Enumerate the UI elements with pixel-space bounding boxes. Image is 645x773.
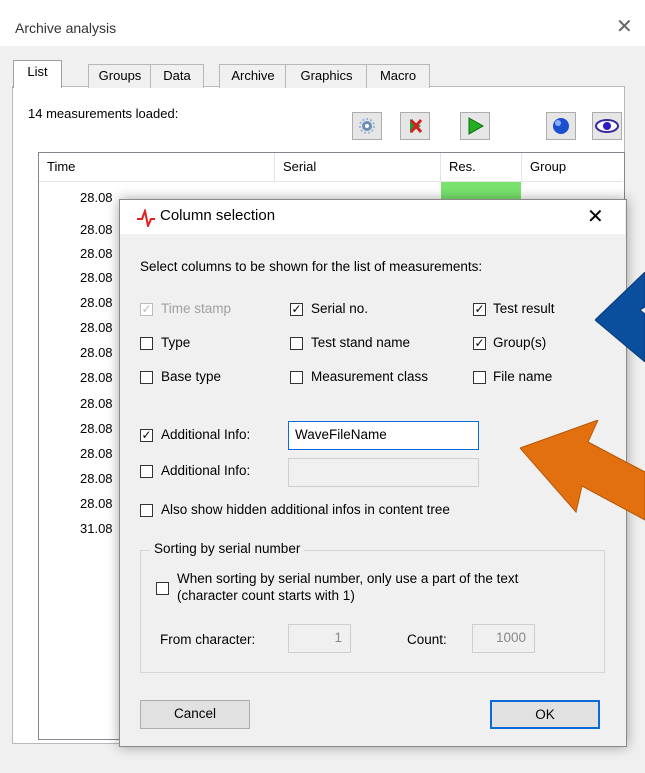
column-header-result[interactable]: Res.	[441, 153, 522, 181]
sorting-group-title: Sorting by serial number	[150, 541, 305, 556]
from-character-label: From character:	[160, 632, 256, 647]
play-icon	[468, 117, 485, 135]
window-title: Archive analysis	[15, 20, 117, 36]
column-header-serial[interactable]: Serial	[275, 153, 441, 181]
list-item-time[interactable]: 28.08	[80, 496, 113, 511]
serial-no-checkbox[interactable]: ✓	[290, 303, 303, 316]
settings-button[interactable]	[352, 112, 382, 140]
list-item-time[interactable]: 28.08	[80, 295, 113, 310]
file-name-checkbox[interactable]	[473, 371, 486, 384]
list-item-time[interactable]: 28.08	[80, 270, 113, 285]
base-type-label[interactable]: Base type	[161, 369, 221, 384]
hidden-infos-checkbox[interactable]	[140, 504, 153, 517]
partial-serial-label[interactable]: When sorting by serial number, only use …	[177, 571, 518, 586]
additional-info-2-checkbox[interactable]	[140, 465, 153, 478]
blue-arrow-annotation	[595, 272, 645, 362]
type-checkbox[interactable]	[140, 337, 153, 350]
list-item-time[interactable]: 31.08	[80, 521, 113, 536]
groups-checkbox[interactable]: ✓	[473, 337, 486, 350]
from-character-input[interactable]: 1	[288, 624, 351, 653]
cancel-button[interactable]: Cancel	[140, 700, 250, 729]
count-label: Count:	[407, 632, 447, 647]
globe-button[interactable]	[546, 112, 576, 140]
tab-archive[interactable]: Archive	[219, 64, 287, 88]
groups-label[interactable]: Group(s)	[493, 335, 546, 350]
additional-info-2-input[interactable]	[288, 458, 479, 487]
dialog-close-button[interactable]: ✕	[587, 204, 604, 229]
type-label[interactable]: Type	[161, 335, 190, 350]
list-item-time[interactable]: 28.08	[80, 190, 113, 205]
window-close-button[interactable]: ✕	[616, 14, 633, 39]
test-result-label[interactable]: Test result	[493, 301, 555, 316]
partial-serial-label-note[interactable]: (character count starts with 1)	[177, 588, 355, 603]
list-item-time[interactable]: 28.08	[80, 320, 113, 335]
tab-data[interactable]: Data	[150, 64, 204, 88]
tab-macro[interactable]: Macro	[366, 64, 430, 88]
dialog-title: Column selection	[160, 207, 276, 224]
test-stand-name-label[interactable]: Test stand name	[311, 335, 410, 350]
column-header-time[interactable]: Time	[39, 153, 275, 181]
list-item-time[interactable]: 28.08	[80, 345, 113, 360]
measurement-class-label[interactable]: Measurement class	[311, 369, 428, 384]
partial-serial-checkbox[interactable]	[156, 582, 169, 595]
pulse-icon	[137, 209, 155, 227]
result-cell-ok	[441, 182, 521, 200]
tab-graphics[interactable]: Graphics	[285, 64, 368, 88]
serial-no-label[interactable]: Serial no.	[311, 301, 368, 316]
count-input[interactable]: 1000	[472, 624, 535, 653]
ok-button[interactable]: OK	[490, 700, 600, 729]
list-item-time[interactable]: 28.08	[80, 471, 113, 486]
measurements-loaded-label: 14 measurements loaded:	[28, 106, 179, 121]
eye-icon	[595, 119, 619, 133]
list-item-time[interactable]: 28.08	[80, 446, 113, 461]
gear-icon	[359, 118, 375, 134]
file-name-label[interactable]: File name	[493, 369, 552, 384]
stop-button[interactable]	[400, 112, 430, 140]
test-stand-name-checkbox[interactable]	[290, 337, 303, 350]
additional-info-2-label[interactable]: Additional Info:	[161, 463, 250, 478]
list-item-time[interactable]: 28.08	[80, 222, 113, 237]
sorting-group	[140, 550, 605, 673]
additional-info-1-label[interactable]: Additional Info:	[161, 427, 250, 442]
instruction-text: Select columns to be shown for the list …	[140, 259, 483, 274]
stop-play-icon	[409, 119, 423, 133]
orange-arrow-annotation	[520, 420, 645, 521]
view-button[interactable]	[592, 112, 622, 140]
time-stamp-label: Time stamp	[161, 301, 232, 316]
column-header-group[interactable]: Group	[522, 153, 623, 181]
tab-list[interactable]: List	[13, 60, 62, 88]
additional-info-1-checkbox[interactable]: ✓	[140, 429, 153, 442]
play-button[interactable]	[460, 112, 490, 140]
base-type-checkbox[interactable]	[140, 371, 153, 384]
time-stamp-checkbox: ✓	[140, 302, 153, 316]
hidden-infos-label[interactable]: Also show hidden additional infos in con…	[161, 502, 450, 517]
list-item-time[interactable]: 28.08	[80, 396, 113, 411]
measurement-class-checkbox[interactable]	[290, 371, 303, 384]
list-item-time[interactable]: 28.08	[80, 370, 113, 385]
additional-info-1-input[interactable]: WaveFileName	[288, 421, 479, 450]
test-result-checkbox[interactable]: ✓	[473, 303, 486, 316]
tab-groups[interactable]: Groups	[88, 64, 152, 88]
list-item-time[interactable]: 28.08	[80, 246, 113, 261]
list-item-time[interactable]: 28.08	[80, 421, 113, 436]
globe-icon	[553, 118, 569, 134]
